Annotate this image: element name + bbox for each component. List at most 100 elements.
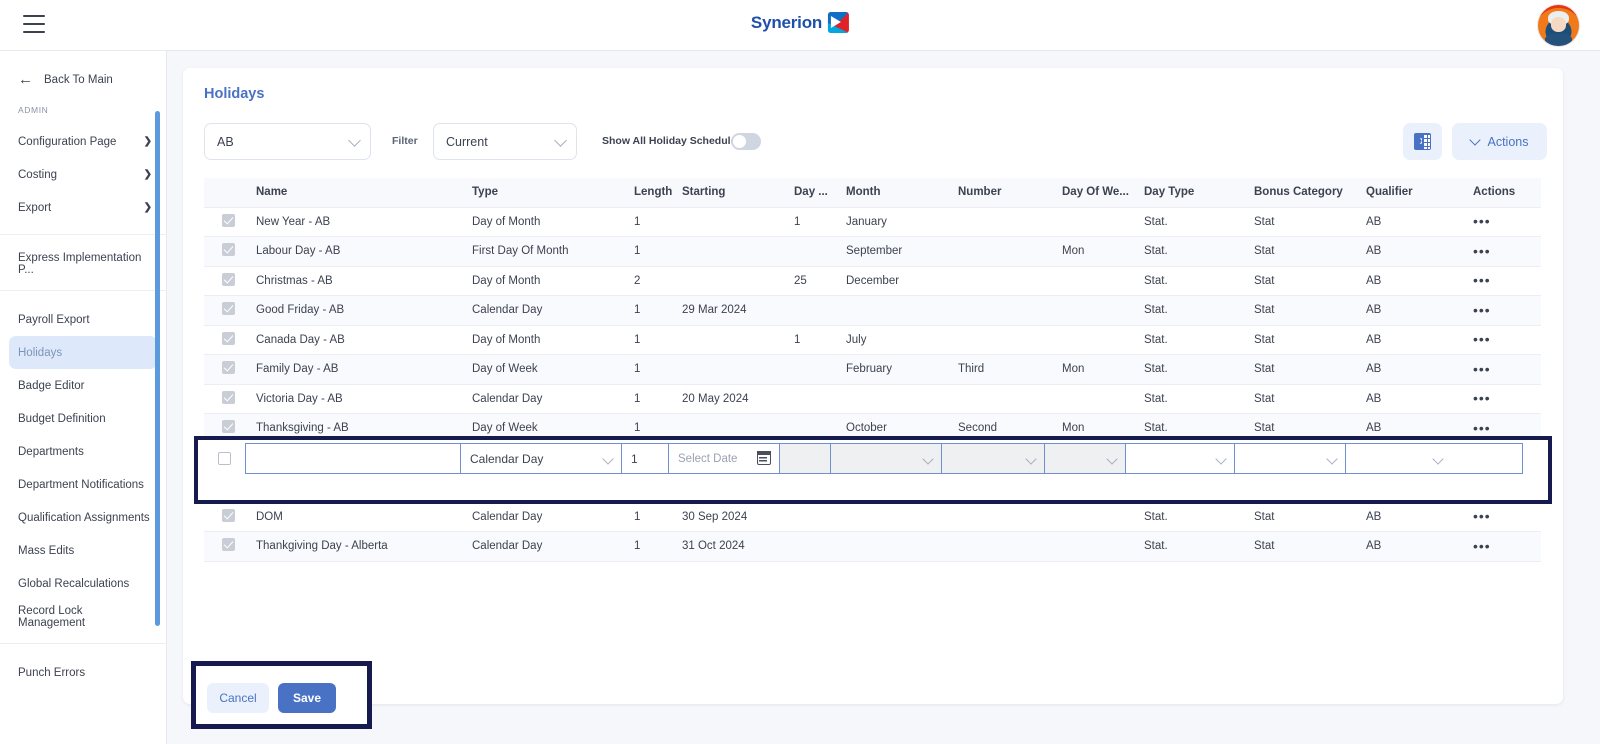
col-header-day[interactable]: Day ... (790, 178, 842, 208)
more-options-icon[interactable]: ••• (1473, 302, 1491, 318)
sidebar-item-global-recalculations[interactable]: Global Recalculations (0, 567, 166, 600)
sidebar-item-label: Department Notifications (18, 478, 144, 491)
sidebar-item-qualification-assignments[interactable]: Qualification Assignments (0, 501, 166, 534)
col-header-length[interactable]: Length (630, 178, 678, 208)
export-excel-button[interactable]: X (1403, 123, 1442, 160)
new-entry-qualifier-select[interactable] (1345, 443, 1452, 474)
actions-button[interactable]: Actions (1452, 123, 1547, 160)
more-options-icon[interactable]: ••• (1473, 420, 1491, 436)
table-row[interactable]: Victoria Day - AB Calendar Day 1 20 May 202… (204, 384, 1541, 414)
col-header-type[interactable]: Type (468, 178, 630, 208)
table-row[interactable]: New Year - AB Day of Month 1 1 January Stat. S… (204, 207, 1541, 237)
row-checkbox[interactable] (221, 331, 235, 345)
col-header-starting[interactable]: Starting (678, 178, 790, 208)
row-checkbox[interactable] (221, 243, 235, 257)
cancel-button[interactable]: Cancel (207, 683, 269, 713)
table-row[interactable]: Canada Day - AB Day of Month 1 1 July Stat. St… (204, 325, 1541, 355)
more-options-icon[interactable]: ••• (1473, 243, 1491, 259)
sidebar-item-express-implementation[interactable]: Express Implementation P... (0, 247, 166, 280)
back-to-main-link[interactable]: ← Back To Main (0, 51, 166, 103)
more-options-icon[interactable]: ••• (1473, 331, 1491, 347)
more-options-icon[interactable]: ••• (1473, 508, 1491, 524)
more-options-icon[interactable]: ••• (1473, 538, 1491, 554)
col-header-month[interactable]: Month (842, 178, 954, 208)
new-entry-day-of-week-select[interactable] (1044, 443, 1126, 474)
cell-starting: 30 Sep 2024 (678, 502, 790, 532)
sidebar-item-budget-definition[interactable]: Budget Definition (0, 402, 166, 435)
row-actions-button[interactable]: ••• (1469, 354, 1541, 385)
row-checkbox[interactable] (221, 390, 235, 404)
cell-type: Day of Month (468, 325, 630, 355)
col-header-number[interactable]: Number (954, 178, 1058, 208)
sidebar-item-badge-editor[interactable]: Badge Editor (0, 369, 166, 402)
sidebar-item-payroll-export[interactable]: Payroll Export (0, 303, 166, 336)
cell-starting (678, 207, 790, 237)
sidebar-item-mass-edits[interactable]: Mass Edits (0, 534, 166, 567)
row-select-cell (204, 325, 252, 355)
hamburger-menu-icon[interactable] (23, 15, 45, 33)
user-avatar[interactable] (1537, 4, 1580, 47)
save-button[interactable]: Save (278, 683, 336, 713)
more-options-icon[interactable]: ••• (1473, 361, 1491, 377)
col-header-day-of-week[interactable]: Day Of We... (1058, 178, 1140, 208)
filter-select[interactable]: Current (433, 123, 577, 160)
col-header-qualifier[interactable]: Qualifier (1362, 178, 1469, 208)
calendar-icon[interactable] (757, 451, 771, 465)
holiday-schedule-select[interactable]: AB (204, 123, 371, 160)
cell-day-of-week (1058, 502, 1140, 532)
new-entry-starting-datepicker[interactable]: Select Date (668, 443, 780, 474)
new-entry-day-type-select[interactable] (1125, 443, 1235, 474)
sidebar-item-department-notifications[interactable]: Department Notifications (0, 468, 166, 501)
row-actions-button[interactable]: ••• (1469, 207, 1541, 237)
row-actions-button[interactable]: ••• (1469, 502, 1541, 532)
cell-length: 1 (630, 502, 678, 532)
sidebar-item-departments[interactable]: Departments (0, 435, 166, 468)
table-row[interactable]: Labour Day - AB First Day Of Month 1 Septem… (204, 236, 1541, 267)
sidebar-item-holidays[interactable]: Holidays (9, 336, 157, 369)
row-select-cell (204, 354, 252, 385)
cell-qualifier: AB (1362, 266, 1469, 296)
cell-qualifier: AB (1362, 325, 1469, 355)
row-actions-button[interactable]: ••• (1469, 266, 1541, 296)
sidebar-item-configuration-page[interactable]: Configuration Page ❯ (0, 125, 166, 158)
new-entry-number-select[interactable] (941, 443, 1045, 474)
cell-month: January (842, 207, 954, 237)
col-header-day-type[interactable]: Day Type (1140, 178, 1250, 208)
row-actions-button[interactable]: ••• (1469, 384, 1541, 414)
row-checkbox[interactable] (221, 420, 235, 434)
new-entry-type-select[interactable]: Calendar Day (460, 443, 622, 474)
row-checkbox[interactable] (221, 302, 235, 316)
row-checkbox[interactable] (221, 538, 235, 552)
sidebar-item-export[interactable]: Export ❯ (0, 191, 166, 224)
new-entry-name-input[interactable] (245, 443, 461, 474)
row-checkbox[interactable] (221, 213, 235, 227)
row-actions-button[interactable]: ••• (1469, 325, 1541, 355)
sidebar-scrollbar[interactable] (155, 111, 160, 626)
new-entry-length-input[interactable]: 1 (621, 443, 669, 474)
more-options-icon[interactable]: ••• (1473, 390, 1491, 406)
row-actions-button[interactable]: ••• (1469, 236, 1541, 267)
new-entry-month-select[interactable] (830, 443, 942, 474)
row-checkbox[interactable] (217, 452, 231, 465)
table-row[interactable]: DOM Calendar Day 1 30 Sep 2024 Stat. Stat AB ••… (204, 502, 1541, 532)
row-checkbox[interactable] (221, 361, 235, 375)
new-entry-day-input[interactable] (779, 443, 831, 474)
more-options-icon[interactable]: ••• (1473, 213, 1491, 229)
table-row[interactable]: Family Day - AB Day of Week 1 February Third… (204, 354, 1541, 385)
more-options-icon[interactable]: ••• (1473, 272, 1491, 288)
col-header-name[interactable]: Name (252, 178, 468, 208)
sidebar-item-record-lock-management[interactable]: Record Lock Management (0, 600, 166, 633)
row-checkbox[interactable] (221, 508, 235, 522)
table-row[interactable]: Thankgiving Day - Alberta Calendar Day 1 31… (204, 531, 1541, 562)
sidebar-item-punch-errors[interactable]: Punch Errors (0, 656, 166, 689)
table-row[interactable]: Christmas - AB Day of Month 2 25 December Sta… (204, 266, 1541, 296)
new-entry-bonus-category-select[interactable] (1234, 443, 1346, 474)
sidebar-item-costing[interactable]: Costing ❯ (0, 158, 166, 191)
col-header-bonus-category[interactable]: Bonus Category (1250, 178, 1362, 208)
table-row[interactable]: Good Friday - AB Calendar Day 1 29 Mar 2024… (204, 295, 1541, 326)
row-checkbox[interactable] (221, 272, 235, 286)
show-all-schedules-toggle[interactable] (731, 133, 761, 150)
cell-qualifier: AB (1362, 384, 1469, 414)
row-actions-button[interactable]: ••• (1469, 531, 1541, 562)
row-actions-button[interactable]: ••• (1469, 295, 1541, 326)
